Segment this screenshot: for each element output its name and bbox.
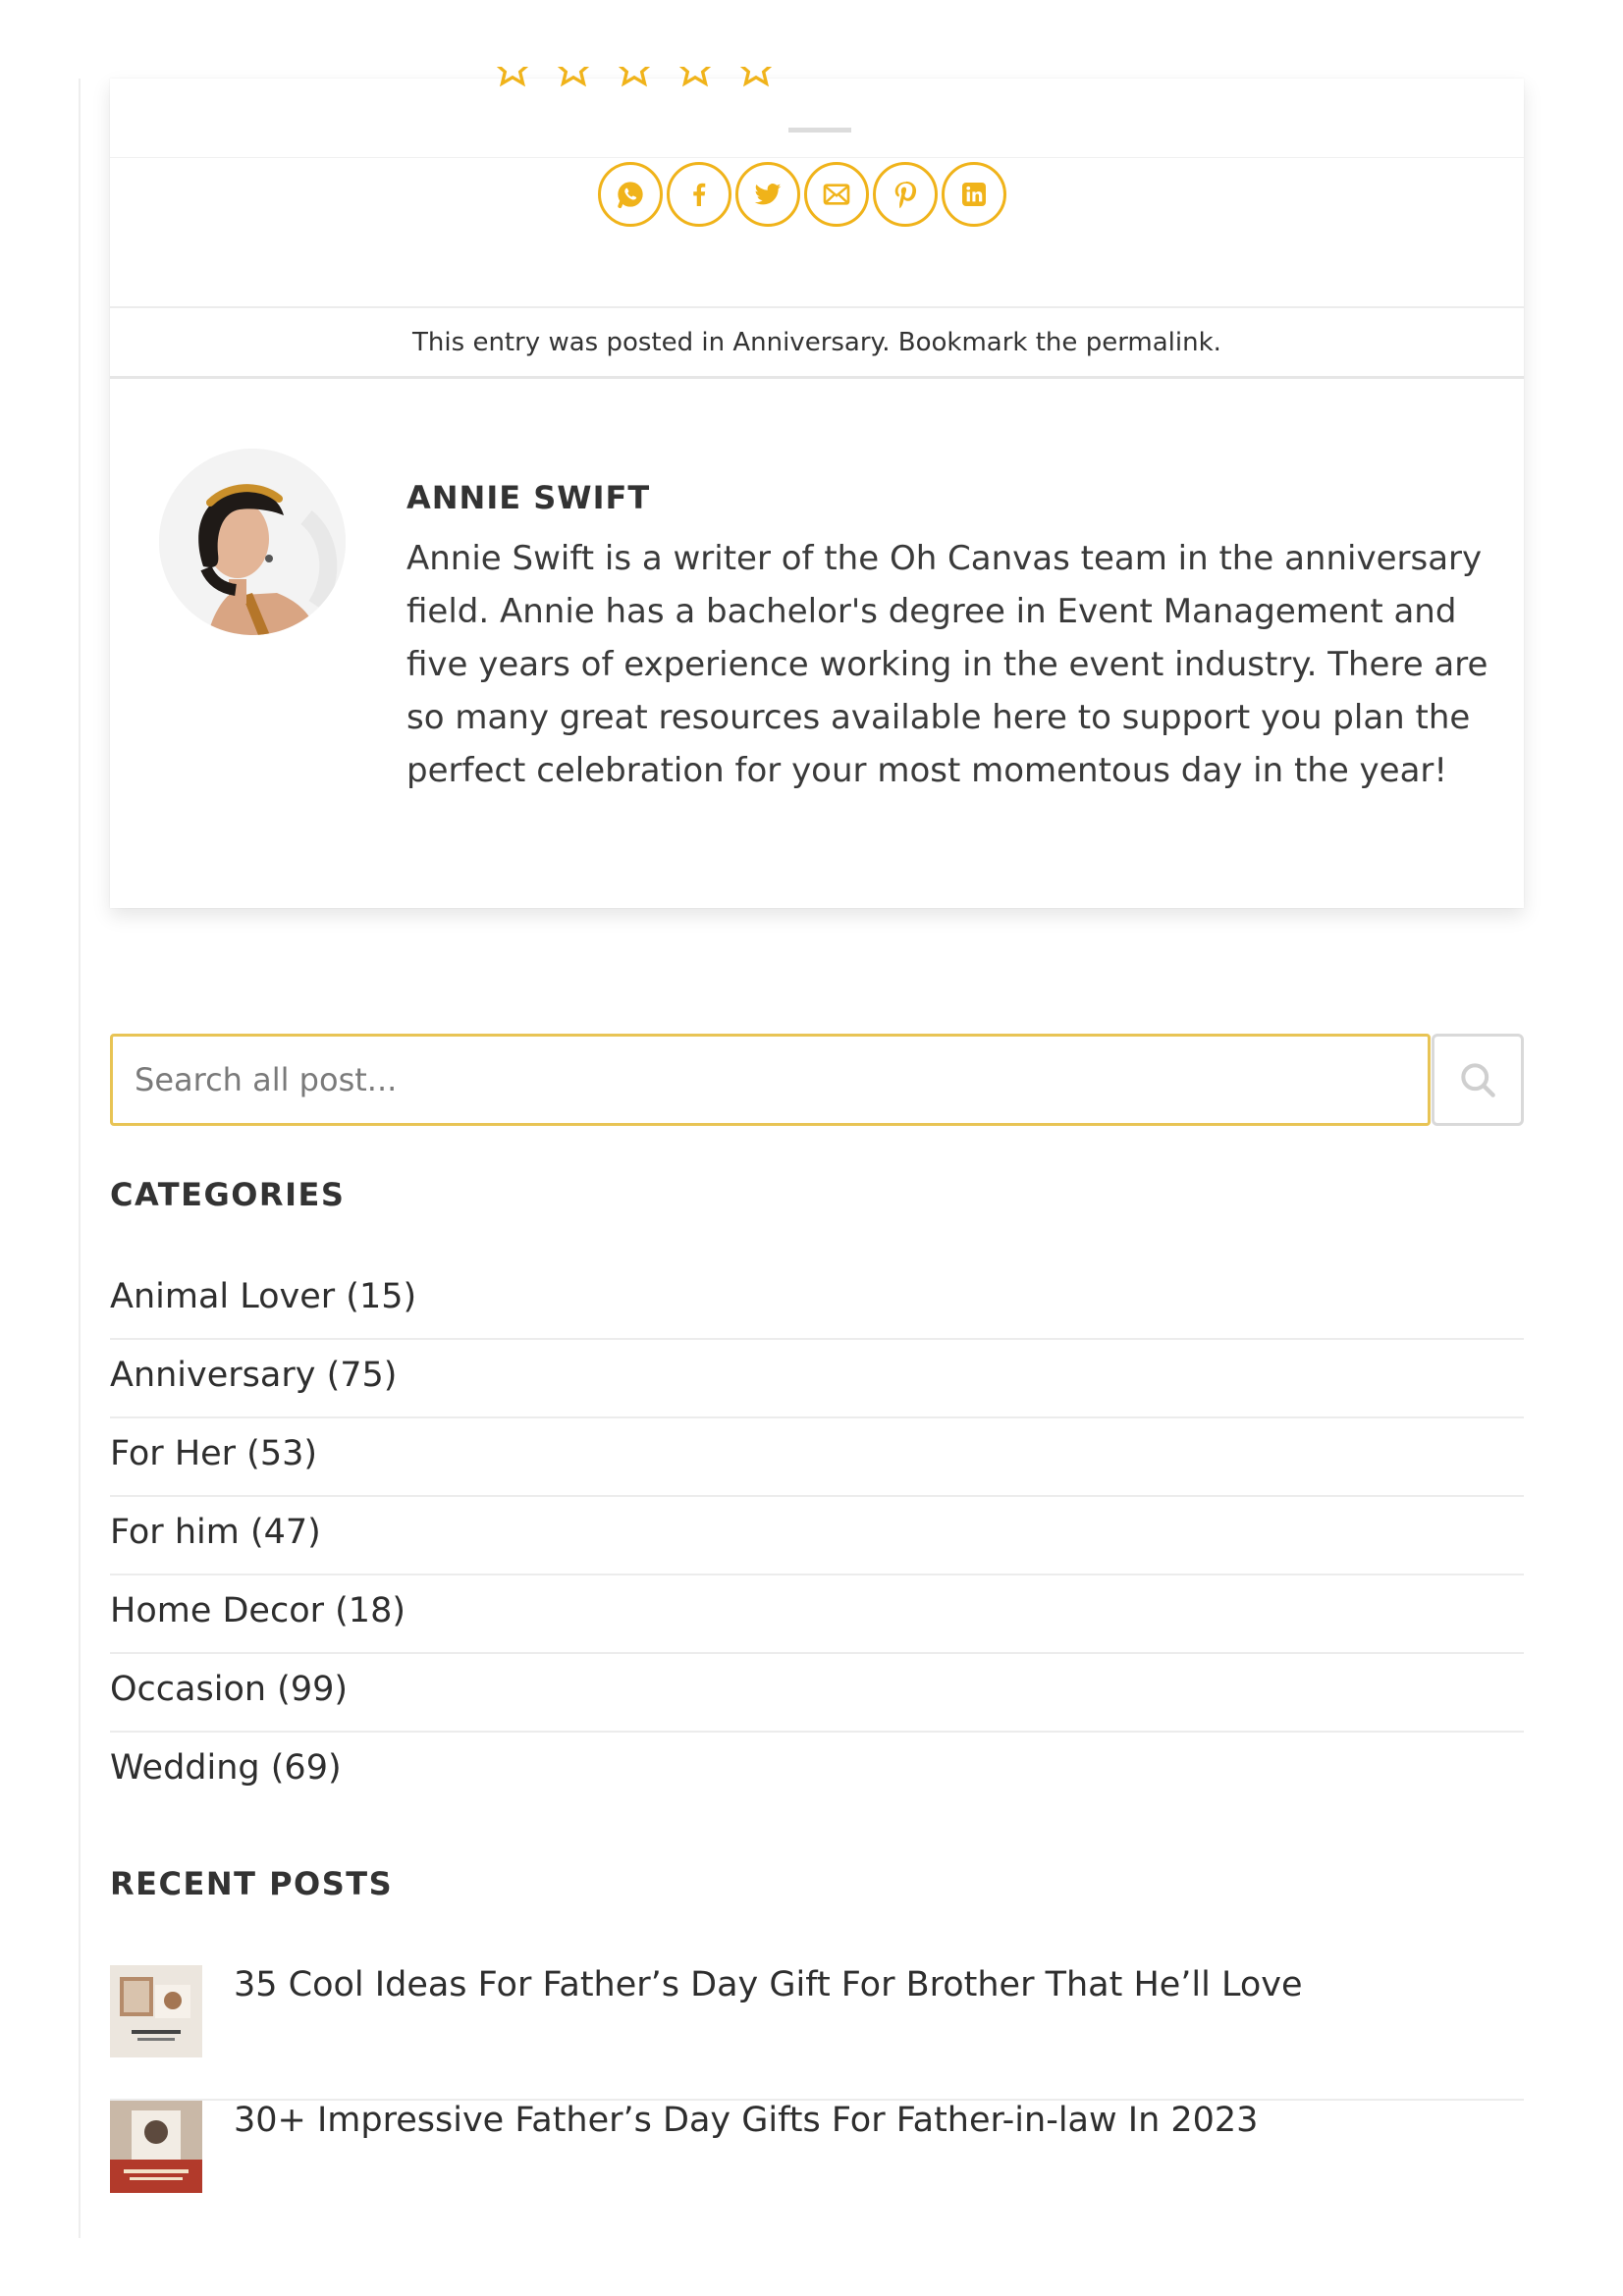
share-email-button[interactable] [804,162,869,227]
rating-stars [493,67,776,88]
category-item[interactable]: Anniversary (75) [110,1340,1524,1418]
divider [788,128,851,133]
twitter-icon [754,184,782,205]
star-icon [496,67,529,87]
recent-post-item[interactable]: 30+ Impressive Father’s Day Gifts For Fa… [110,2101,1524,2236]
recent-post-title[interactable]: 30+ Impressive Father’s Day Gifts For Fa… [234,2101,1258,2140]
search-input[interactable] [110,1034,1431,1126]
category-item[interactable]: Occasion (99) [110,1654,1524,1733]
star-icon [557,67,590,87]
recent-posts-title: RECENT POSTS [110,1865,394,1902]
divider [110,157,1524,158]
category-link[interactable]: Anniversary [732,328,882,357]
author-bio: Annie Swift is a writer of the Oh Canvas… [406,539,1488,790]
email-icon [823,184,850,205]
search-icon [1461,1063,1495,1097]
category-item[interactable]: Wedding (69) [110,1733,1524,1811]
share-buttons [598,162,1006,227]
share-linkedin-button[interactable] [942,162,1006,227]
search-button[interactable] [1432,1034,1524,1126]
permalink-link[interactable]: permalink [1086,328,1214,357]
recent-post-thumbnail[interactable] [110,2101,202,2193]
categories-list: Animal Lover (15) Anniversary (75) For H… [110,1261,1524,1811]
share-whatsapp-button[interactable] [598,162,663,227]
star-icon [618,67,651,87]
share-pinterest-button[interactable] [873,162,938,227]
linkedin-icon [962,183,986,206]
categories-title: CATEGORIES [110,1176,346,1213]
entry-meta-middle: . Bookmark the [882,328,1086,357]
entry-meta: This entry was posted in Anniversary. Bo… [110,306,1524,379]
author-name: ANNIE SWIFT [406,479,651,516]
recent-post-title[interactable]: 35 Cool Ideas For Father’s Day Gift For … [234,1965,1303,2004]
page-left-border [79,79,81,2238]
entry-meta-suffix: . [1213,328,1221,357]
share-facebook-button[interactable] [667,162,731,227]
entry-meta-prefix: This entry was posted in [412,328,733,357]
share-twitter-button[interactable] [735,162,800,227]
star-icon [739,67,773,87]
recent-posts-list: 35 Cool Ideas For Father’s Day Gift For … [110,1965,1524,2236]
category-item[interactable]: Home Decor (18) [110,1575,1524,1654]
author-illustration [159,449,346,635]
recent-post-thumbnail[interactable] [110,1965,202,2057]
pinterest-icon [894,181,917,209]
category-item[interactable]: For him (47) [110,1497,1524,1575]
star-icon [678,67,712,87]
post-card: This entry was posted in Anniversary. Bo… [110,67,1524,908]
recent-post-item[interactable]: 35 Cool Ideas For Father’s Day Gift For … [110,1965,1524,2101]
author-avatar [159,449,346,635]
whatsapp-icon [618,182,643,208]
facebook-icon [693,183,706,206]
category-item[interactable]: For Her (53) [110,1418,1524,1497]
category-item[interactable]: Animal Lover (15) [110,1261,1524,1340]
